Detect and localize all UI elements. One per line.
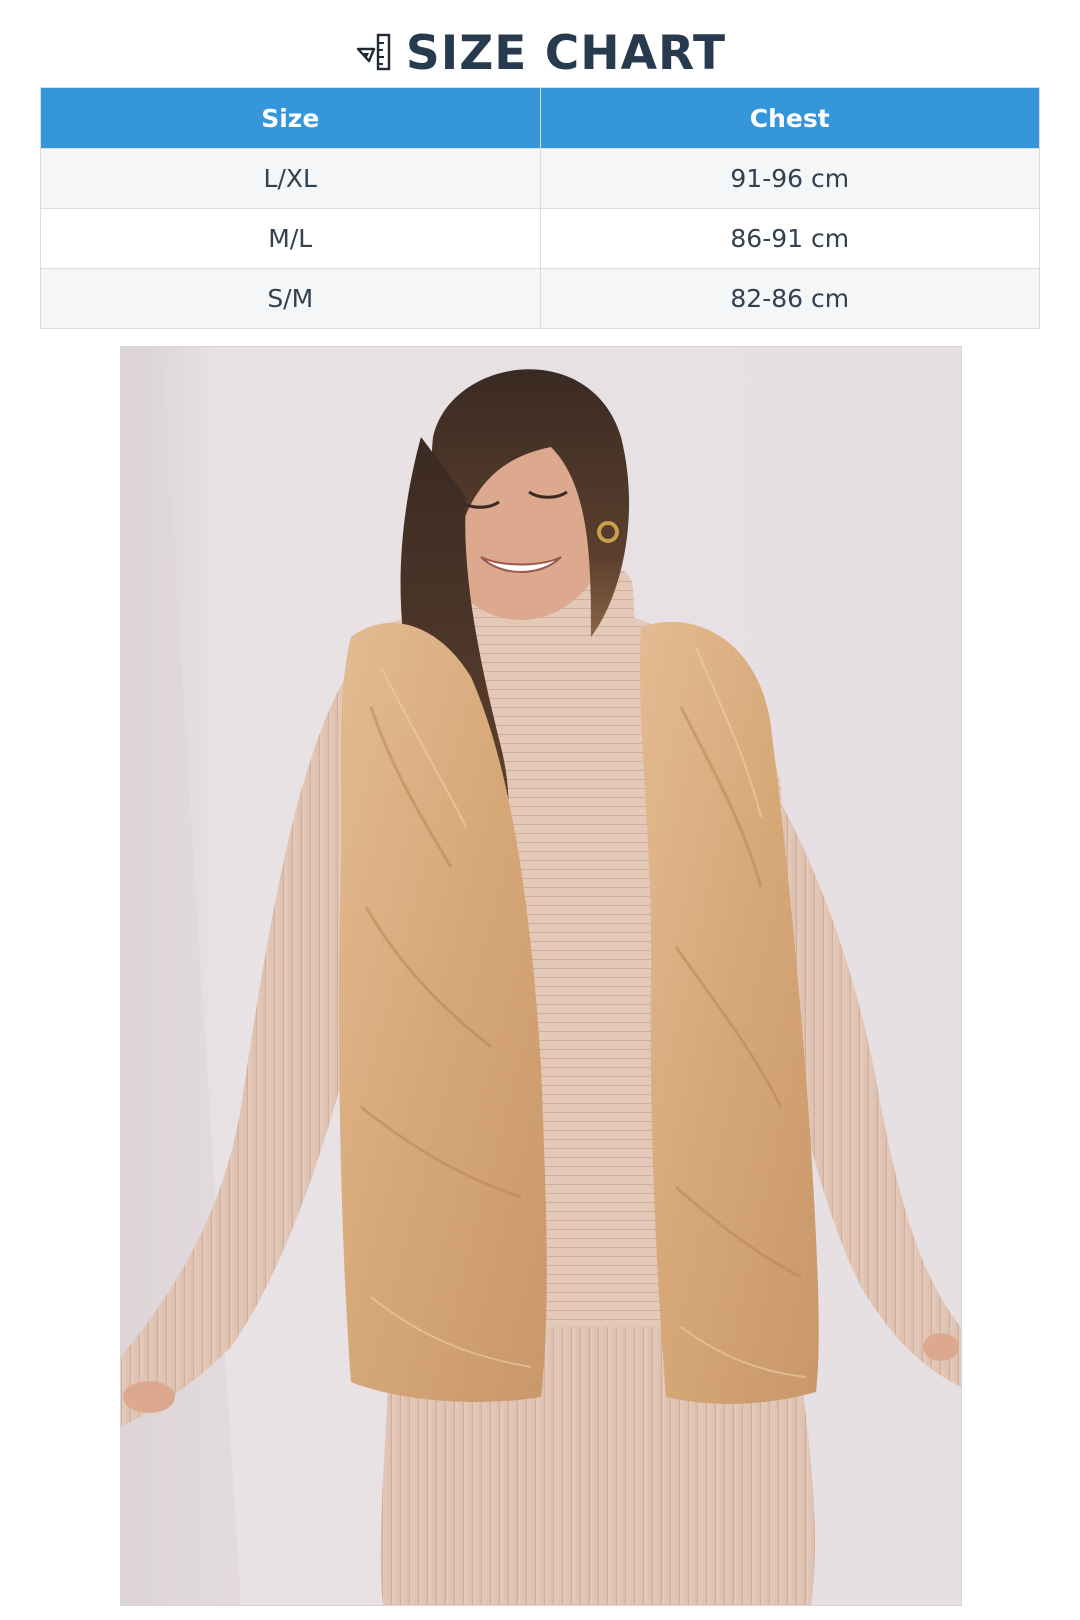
table-row: M/L 86-91 cm (40, 208, 1040, 269)
column-header-size: Size (40, 87, 541, 149)
table-header-row: Size Chest (40, 87, 1040, 149)
product-photo (120, 346, 962, 1606)
page-title: SIZE CHART (405, 25, 727, 81)
model-fur-vest-illustration (121, 347, 961, 1605)
chest-cell: 82-86 cm (539, 268, 1040, 329)
table-row: S/M 82-86 cm (40, 268, 1040, 329)
size-cell: L/XL (40, 148, 541, 209)
size-chart-table: Size Chest L/XL 91-96 cm M/L 86-91 cm S/… (40, 87, 1040, 329)
size-cell: S/M (40, 268, 541, 329)
ruler-icon (356, 33, 391, 71)
table-row: L/XL 91-96 cm (40, 148, 1040, 209)
size-cell: M/L (40, 208, 541, 269)
chest-cell: 86-91 cm (539, 208, 1040, 269)
column-header-chest: Chest (539, 87, 1040, 149)
size-chart-header: SIZE CHART (0, 22, 1080, 84)
chest-cell: 91-96 cm (539, 148, 1040, 209)
